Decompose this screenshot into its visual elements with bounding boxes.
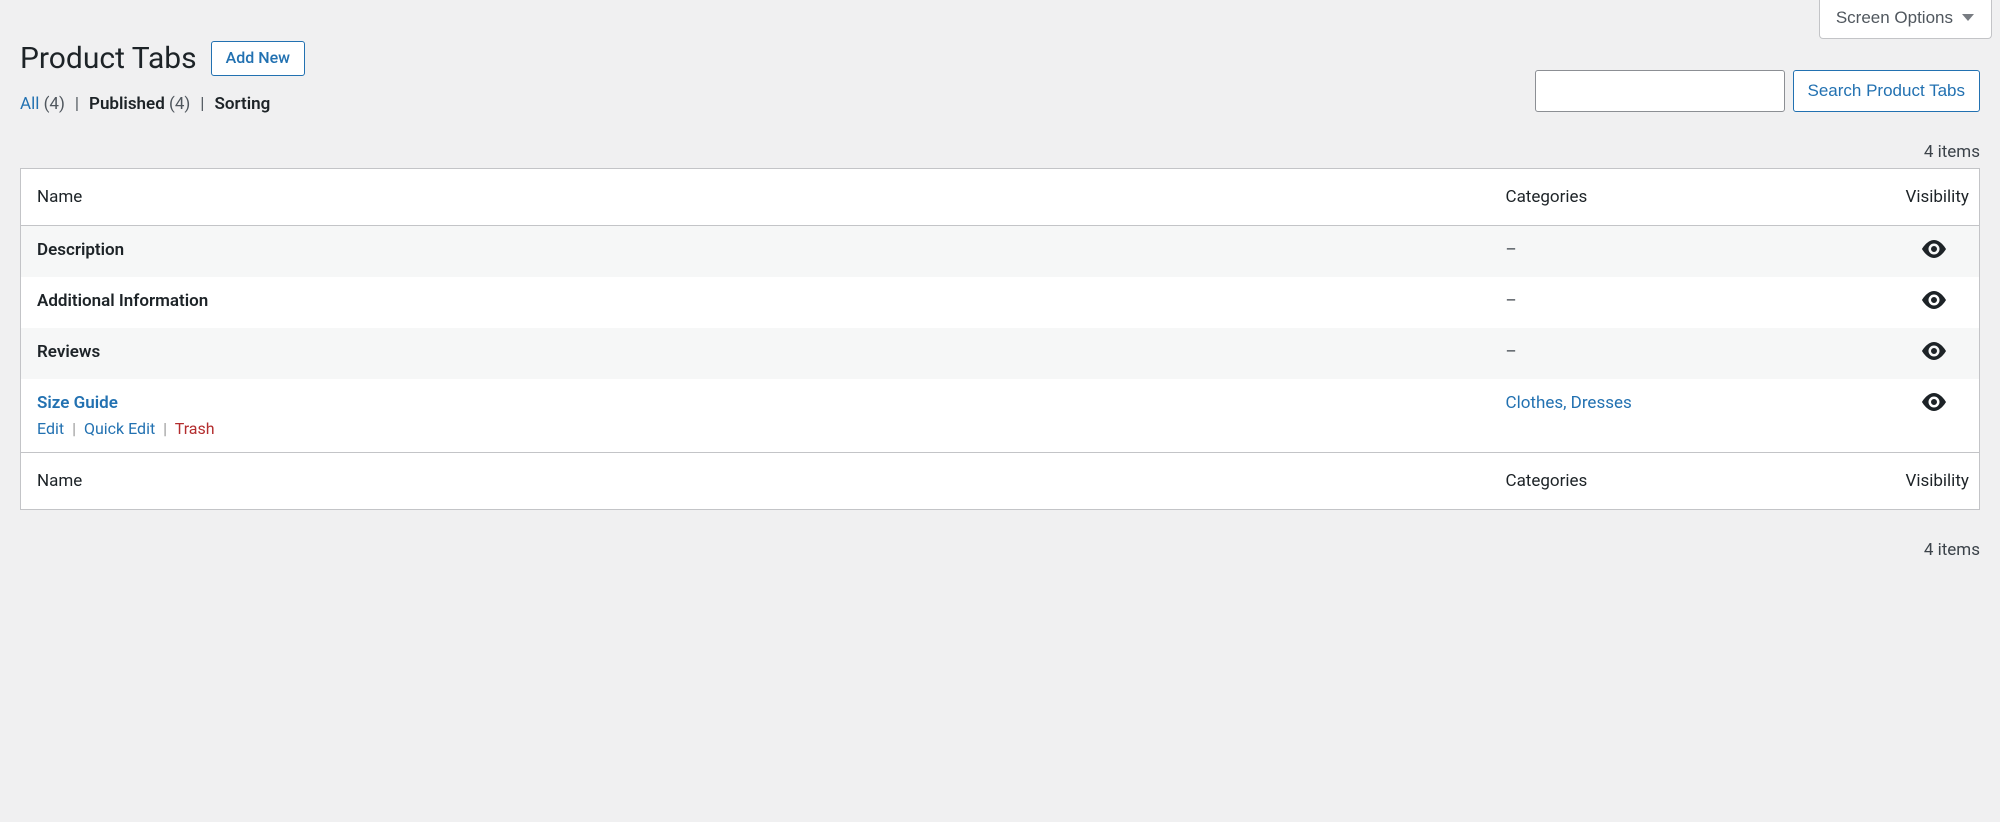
eye-icon bbox=[1922, 291, 1946, 309]
screen-options-label: Screen Options bbox=[1836, 6, 1953, 30]
tablenav-top: 4 items bbox=[20, 142, 1980, 162]
filter-sorting-label[interactable]: Sorting bbox=[214, 94, 270, 114]
filter-published-label[interactable]: Published bbox=[89, 94, 165, 114]
screen-options-button[interactable]: Screen Options bbox=[1819, 0, 1992, 39]
column-header-categories[interactable]: Categories bbox=[1490, 168, 1890, 225]
eye-icon bbox=[1922, 240, 1946, 258]
add-new-button[interactable]: Add New bbox=[211, 41, 305, 76]
column-header-visibility[interactable]: Visibility bbox=[1890, 168, 1980, 225]
page-title: Product Tabs bbox=[20, 41, 197, 76]
column-footer-categories[interactable]: Categories bbox=[1490, 452, 1890, 509]
table-row: Size Guide Edit | Quick Edit | Trash Clo… bbox=[21, 379, 1980, 453]
items-count-bottom: 4 items bbox=[1924, 540, 1980, 560]
separator: | bbox=[196, 94, 208, 114]
search-input[interactable] bbox=[1535, 70, 1785, 112]
search-button[interactable]: Search Product Tabs bbox=[1793, 70, 1981, 112]
quick-edit-link[interactable]: Quick Edit bbox=[84, 419, 155, 438]
row-title: Description bbox=[37, 240, 124, 260]
eye-icon bbox=[1922, 393, 1946, 411]
row-categories: – bbox=[1506, 240, 1517, 260]
separator: | bbox=[159, 419, 171, 438]
table-row: Description – bbox=[21, 225, 1980, 277]
row-title[interactable]: Size Guide bbox=[37, 393, 118, 413]
filter-sorting[interactable]: Sorting bbox=[214, 94, 270, 114]
separator: | bbox=[71, 94, 83, 114]
filter-all-label[interactable]: All bbox=[20, 94, 39, 114]
trash-link[interactable]: Trash bbox=[175, 419, 215, 438]
filter-all[interactable]: All (4) bbox=[20, 94, 65, 114]
search-form: Search Product Tabs bbox=[20, 70, 1980, 112]
filter-all-count: (4) bbox=[44, 94, 65, 114]
table-row: Reviews – bbox=[21, 328, 1980, 379]
row-categories: – bbox=[1506, 342, 1517, 362]
row-title: Reviews bbox=[37, 342, 100, 362]
row-actions: Edit | Quick Edit | Trash bbox=[37, 419, 1474, 438]
product-tabs-table: Name Categories Visibility Description – bbox=[20, 168, 1980, 510]
eye-icon bbox=[1922, 342, 1946, 360]
filter-published-count: (4) bbox=[169, 94, 190, 114]
row-categories: – bbox=[1506, 291, 1517, 311]
table-row: Additional Information – bbox=[21, 277, 1980, 328]
column-footer-visibility[interactable]: Visibility bbox=[1890, 452, 1980, 509]
filter-published[interactable]: Published (4) bbox=[89, 94, 190, 114]
row-title: Additional Information bbox=[37, 291, 208, 311]
separator: | bbox=[68, 419, 80, 438]
caret-down-icon bbox=[1961, 13, 1975, 23]
row-categories[interactable]: Clothes, Dresses bbox=[1506, 393, 1632, 413]
column-header-name[interactable]: Name bbox=[21, 168, 1490, 225]
column-footer-name[interactable]: Name bbox=[21, 452, 1490, 509]
tablenav-bottom: 4 items bbox=[20, 540, 1980, 560]
items-count-top: 4 items bbox=[1924, 142, 1980, 162]
edit-link[interactable]: Edit bbox=[37, 419, 64, 438]
